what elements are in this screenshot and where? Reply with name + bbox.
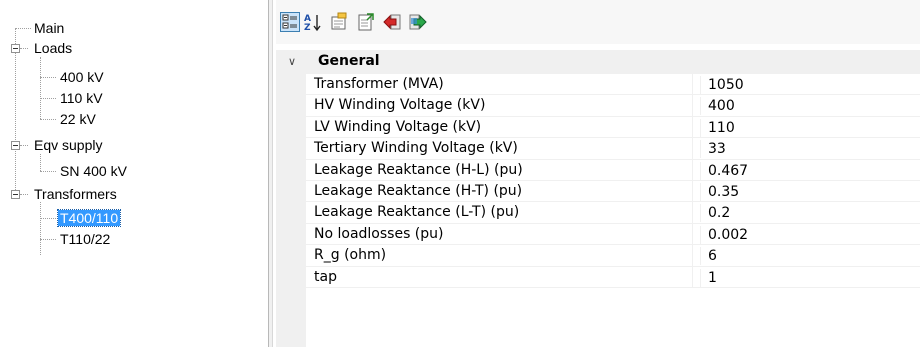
tree-connector: [20, 48, 28, 49]
property-value[interactable]: 6: [700, 247, 717, 266]
property-name: LV Winding Voltage (kV): [314, 118, 482, 135]
tree-item-main[interactable]: Main: [34, 19, 64, 37]
tree-connector: [40, 239, 56, 240]
tree-item-t400-110[interactable]: T400/110: [56, 209, 122, 227]
column-divider: [692, 245, 693, 267]
tree-item-label: 110 kV: [60, 90, 103, 106]
property-name: Tertiary Winding Voltage (kV): [314, 140, 518, 157]
column-divider: [692, 95, 693, 117]
tree-connector: [40, 77, 56, 78]
tree-item-sn-400kv[interactable]: SN 400 kV: [60, 162, 127, 180]
tree-item-label: Main: [34, 20, 65, 36]
tree-item-400kv[interactable]: 400 kV: [60, 68, 104, 86]
property-name: Leakage Reaktance (H-T) (pu): [314, 182, 523, 199]
category-header-general[interactable]: ∨ General: [276, 50, 920, 74]
property-toolbar: A Z: [276, 0, 920, 44]
svg-text:Z: Z: [304, 23, 311, 32]
tree-item-label: Transformers: [34, 186, 117, 202]
property-name: HV Winding Voltage (kV): [314, 97, 486, 114]
column-divider: [692, 266, 693, 288]
back-icon: [383, 14, 401, 30]
property-value[interactable]: 0.35: [700, 182, 739, 201]
tree-item-22kv[interactable]: 22 kV: [60, 110, 96, 128]
column-divider: [692, 116, 693, 138]
grid-margin: [276, 74, 306, 347]
property-row[interactable]: Leakage Reaktance (L-T) (pu) 0.2: [306, 202, 920, 224]
property-name: tap: [314, 268, 337, 285]
alphabetical-button[interactable]: A Z: [303, 12, 323, 33]
tree-connector: [20, 194, 28, 195]
property-name: Leakage Reaktance (L-T) (pu): [314, 204, 520, 221]
tree-connector: [40, 98, 56, 99]
tree-item-eqv-supply[interactable]: Eqv supply: [34, 136, 102, 154]
forward-icon: [409, 14, 427, 30]
column-divider: [692, 202, 693, 224]
property-row[interactable]: Leakage Reaktance (H-T) (pu) 0.35: [306, 180, 920, 203]
tree-item-label: 400 kV: [60, 69, 104, 85]
property-pages-button[interactable]: [329, 12, 349, 32]
column-divider: [692, 159, 693, 181]
property-grid: A Z ∨ General Transformer (MVA) 1050 HV …: [276, 0, 920, 347]
property-value[interactable]: 0.467: [700, 161, 748, 180]
column-divider: [692, 74, 693, 95]
tree-connector: [15, 28, 31, 29]
tree-connector: [40, 171, 56, 172]
back-button[interactable]: [382, 12, 402, 32]
tree-connector: [40, 119, 56, 120]
category-label: General: [318, 53, 380, 69]
tree-item-label: SN 400 kV: [60, 163, 127, 179]
property-row[interactable]: LV Winding Voltage (kV) 110: [306, 116, 920, 139]
collapse-icon[interactable]: [11, 141, 20, 150]
tree-item-loads[interactable]: Loads: [34, 39, 72, 57]
tree-connector: [40, 154, 41, 171]
property-name: Leakage Reaktance (H-L) (pu): [314, 161, 523, 178]
tree-item-transformers[interactable]: Transformers: [34, 185, 117, 203]
splitter-handle[interactable]: [268, 0, 273, 347]
column-divider: [692, 180, 693, 202]
property-rows: Transformer (MVA) 1050 HV Winding Voltag…: [306, 74, 920, 288]
tree-connector: [20, 145, 28, 146]
tree-connector: [40, 218, 56, 219]
tree-item-label: T110/22: [60, 231, 111, 247]
categorized-button[interactable]: [280, 12, 300, 32]
property-row[interactable]: tap 1: [306, 266, 920, 288]
property-name: No loadlosses (pu): [314, 225, 444, 242]
property-pages-icon: [331, 12, 347, 30]
tree-item-label: Eqv supply: [34, 137, 103, 153]
chevron-down-icon[interactable]: ∨: [288, 55, 296, 68]
collapse-icon[interactable]: [11, 190, 20, 199]
property-value[interactable]: 33: [700, 140, 726, 159]
property-name: Transformer (MVA): [314, 76, 444, 92]
tree-connector: [40, 57, 41, 119]
alphabetical-icon: A Z: [304, 14, 321, 33]
export-icon: [358, 13, 374, 31]
collapse-icon[interactable]: [11, 44, 20, 53]
property-row[interactable]: No loadlosses (pu) 0.002: [306, 223, 920, 246]
property-value[interactable]: 0.002: [700, 225, 748, 244]
tree-item-label: Loads: [34, 40, 73, 56]
tree-item-110kv[interactable]: 110 kV: [60, 89, 103, 107]
property-row[interactable]: HV Winding Voltage (kV) 400: [306, 95, 920, 117]
property-row[interactable]: Leakage Reaktance (H-L) (pu) 0.467: [306, 159, 920, 181]
property-value[interactable]: 0.2: [700, 204, 730, 223]
property-row[interactable]: R_g (ohm) 6: [306, 245, 920, 267]
tree-connector: [40, 202, 41, 255]
property-value[interactable]: 400: [700, 97, 735, 116]
column-divider: [692, 138, 693, 160]
export-button[interactable]: [356, 12, 376, 32]
categorized-icon: [282, 14, 297, 29]
property-value[interactable]: 110: [700, 118, 735, 137]
tree-view[interactable]: Main Loads 400 kV 110 kV 22 kV Eqv suppl…: [0, 0, 262, 347]
tree-item-label-selected: T400/110: [56, 209, 122, 227]
property-row[interactable]: Transformer (MVA) 1050: [306, 74, 920, 96]
property-row[interactable]: Tertiary Winding Voltage (kV) 33: [306, 138, 920, 160]
tree-item-t110-22[interactable]: T110/22: [60, 230, 110, 248]
property-name: R_g (ohm): [314, 247, 387, 264]
property-value[interactable]: 1: [700, 268, 717, 287]
forward-button[interactable]: [408, 12, 428, 32]
column-divider: [692, 223, 693, 245]
tree-item-label: 22 kV: [60, 111, 96, 127]
property-value[interactable]: 1050: [700, 76, 744, 94]
